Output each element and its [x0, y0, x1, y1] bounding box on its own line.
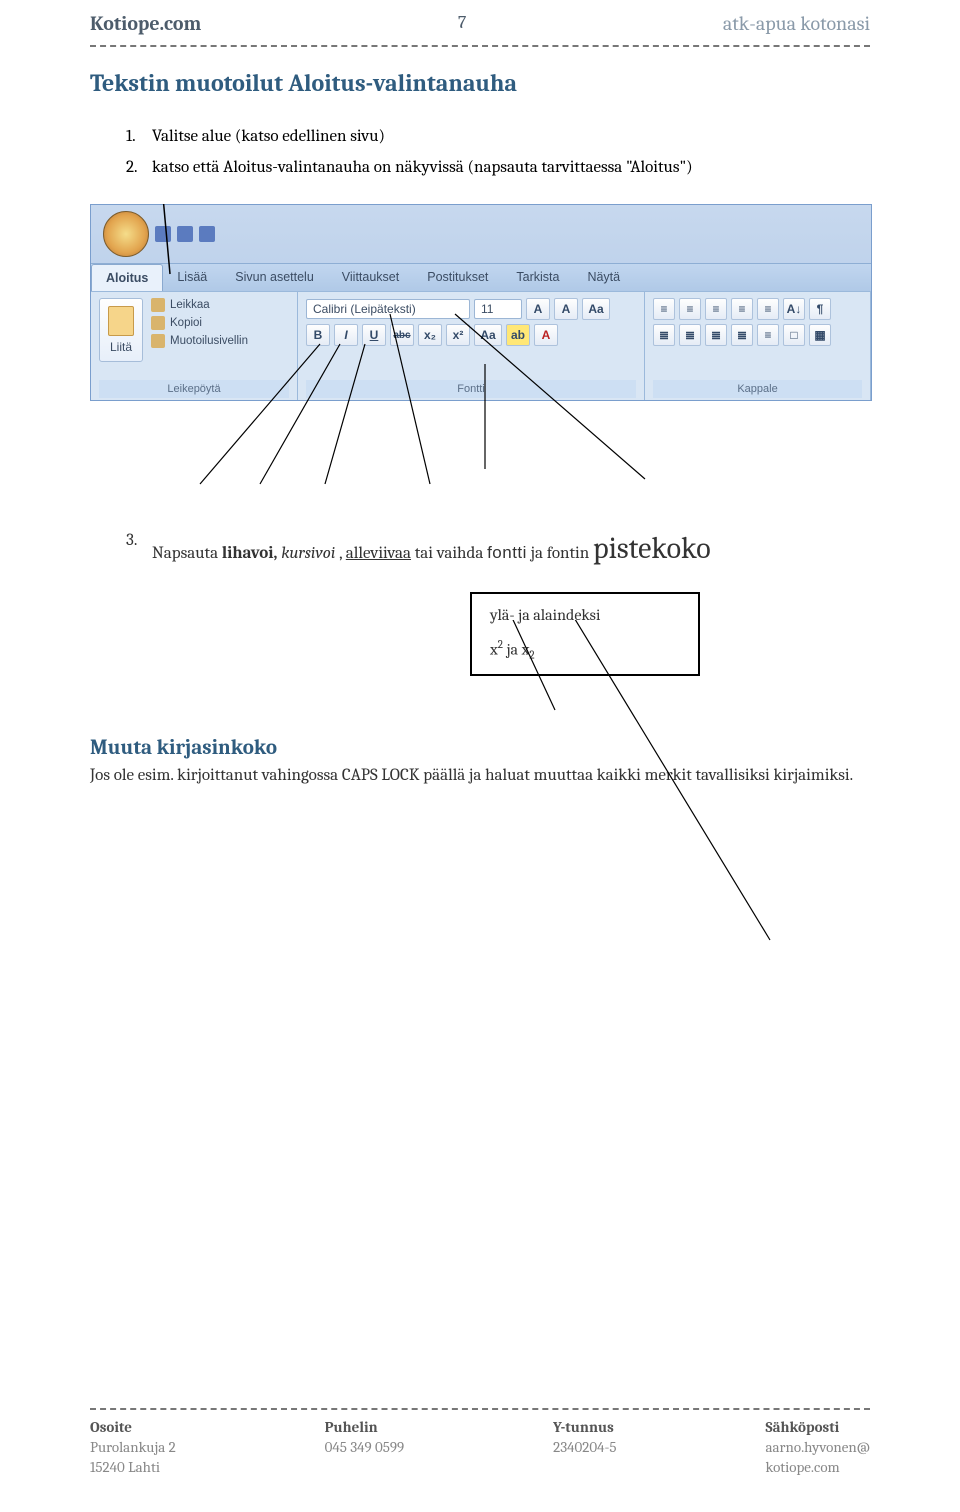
shading-button[interactable]: □ — [783, 324, 805, 346]
step-3-num: 3. — [126, 531, 152, 566]
step-2-num: 2. — [126, 156, 152, 181]
font-name-select[interactable]: Calibri (Leipäteksti) — [306, 299, 470, 319]
highlight-button[interactable]: ab — [506, 324, 530, 346]
align-center-button[interactable]: ≣ — [679, 324, 701, 346]
tab-tarkista[interactable]: Tarkista — [502, 264, 573, 291]
numbering-button[interactable]: ≡ — [679, 298, 701, 320]
align-left-button[interactable]: ≣ — [653, 324, 675, 346]
change-case-button-2[interactable]: Aa — [474, 324, 502, 346]
group-paragraph-label: Kappale — [653, 380, 862, 398]
group-font-label: Fontti — [306, 380, 636, 398]
page-header: Kotiope.com 7 atk-apua kotonasi — [90, 0, 870, 35]
step-1-num: 1. — [126, 125, 152, 150]
strikethrough-button[interactable]: abc — [390, 324, 414, 346]
underline-button[interactable]: U — [362, 324, 386, 346]
tab-aloitus[interactable]: Aloitus — [91, 264, 163, 291]
paste-icon — [108, 306, 134, 336]
page-title: Tekstin muotoilut Aloitus-valintanauha — [90, 69, 870, 97]
header-page-number: 7 — [458, 12, 466, 35]
step-3-text: Napsauta lihavoi, kursivoi , alleviivaa … — [152, 531, 870, 566]
scissors-icon — [151, 298, 165, 312]
step-1-text: Valitse alue (katso edellinen sivu) — [152, 125, 870, 150]
step-2-text: katso että Aloitus-valintanauha on näkyv… — [152, 156, 870, 181]
italic-button[interactable]: I — [334, 324, 358, 346]
office-button-icon — [103, 211, 149, 257]
bullets-button[interactable]: ≡ — [653, 298, 675, 320]
section-2-text: Jos ole esim. kirjoittanut vahingossa CA… — [90, 766, 870, 785]
quick-access-toolbar — [155, 226, 215, 242]
copy-button[interactable]: Kopioi — [151, 316, 248, 330]
step-3: 3. Napsauta lihavoi, kursivoi , alleviiv… — [126, 531, 870, 566]
tab-viittaukset[interactable]: Viittaukset — [328, 264, 413, 291]
paste-button[interactable]: Liitä — [99, 298, 143, 362]
header-divider — [90, 45, 870, 47]
tab-postitukset[interactable]: Postitukset — [413, 264, 502, 291]
format-painter-button[interactable]: Muotoilusivellin — [151, 334, 248, 348]
ribbon-screenshot: Aloitus Lisää Sivun asettelu Viittaukset… — [90, 204, 870, 401]
page-footer: OsoitePurolankuja 215240 Lahti Puhelin04… — [90, 1398, 870, 1476]
tab-asettelu[interactable]: Sivun asettelu — [221, 264, 328, 291]
callout-formula: x2 ja x2 — [490, 638, 680, 662]
section-2-title: Muuta kirjasinkoko — [90, 736, 870, 760]
borders-button[interactable]: ▦ — [809, 324, 831, 346]
header-right: atk-apua kotonasi — [723, 12, 870, 35]
font-size-select[interactable]: 11 — [474, 299, 522, 319]
superscript-button[interactable]: x² — [446, 324, 470, 346]
index-callout-box: ylä- ja alaindeksi x2 ja x2 — [470, 592, 700, 676]
bold-button[interactable]: B — [306, 324, 330, 346]
header-left: Kotiope.com — [90, 12, 201, 35]
footer-label-2: Y-tunnus — [553, 1418, 616, 1436]
sort-button[interactable]: A↓ — [783, 298, 805, 320]
font-color-button[interactable]: A — [534, 324, 558, 346]
callout-lines-2 — [90, 620, 870, 1020]
footer-label-0: Osoite — [90, 1418, 176, 1436]
subscript-button[interactable]: x₂ — [418, 324, 442, 346]
tab-nayta[interactable]: Näytä — [573, 264, 634, 291]
change-case-button[interactable]: Aa — [582, 298, 610, 320]
grow-font-button[interactable]: A — [526, 298, 550, 320]
brush-icon — [151, 334, 165, 348]
multilevel-button[interactable]: ≡ — [705, 298, 727, 320]
group-clipboard-label: Leikepöytä — [99, 380, 289, 398]
shrink-font-button[interactable]: A — [554, 298, 578, 320]
line-spacing-button[interactable]: ≡ — [757, 324, 779, 346]
show-marks-button[interactable]: ¶ — [809, 298, 831, 320]
justify-button[interactable]: ≣ — [731, 324, 753, 346]
align-right-button[interactable]: ≣ — [705, 324, 727, 346]
indent-button[interactable]: ≡ — [757, 298, 779, 320]
cut-button[interactable]: Leikkaa — [151, 298, 248, 312]
copy-icon — [151, 316, 165, 330]
footer-label-1: Puhelin — [325, 1418, 405, 1436]
footer-label-3: Sähköposti — [765, 1418, 870, 1436]
ribbon-tabs: Aloitus Lisää Sivun asettelu Viittaukset… — [91, 263, 871, 291]
step-list: 1.Valitse alue (katso edellinen sivu) 2.… — [126, 125, 870, 180]
callout-line-1: ylä- ja alaindeksi — [490, 606, 680, 624]
tab-lisaa[interactable]: Lisää — [163, 264, 221, 291]
outdent-button[interactable]: ≡ — [731, 298, 753, 320]
